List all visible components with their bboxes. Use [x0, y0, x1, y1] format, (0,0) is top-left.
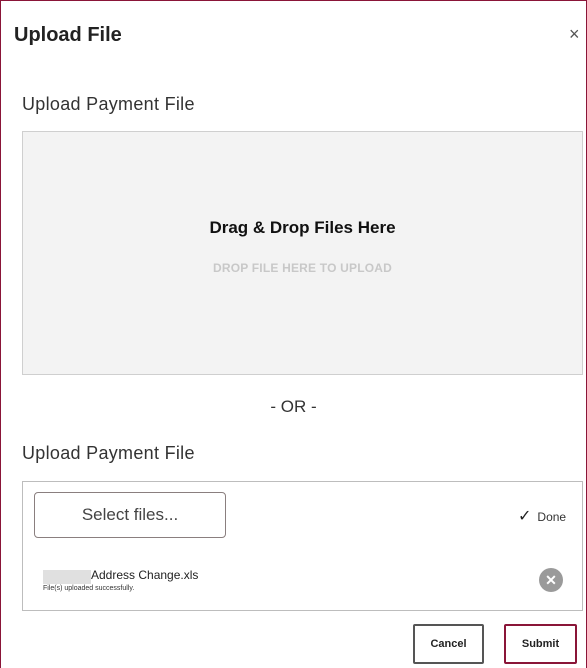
- dialog-title: Upload File: [14, 24, 122, 46]
- remove-icon[interactable]: ✕: [539, 568, 563, 592]
- check-icon: ✓: [518, 508, 532, 525]
- select-files-button[interactable]: Select files...: [34, 492, 226, 538]
- drop-zone[interactable]: Drag & Drop Files Here DROP FILE HERE TO…: [22, 131, 583, 375]
- file-upload-status: File(s) uploaded successfully.: [43, 585, 135, 592]
- submit-button[interactable]: Submit: [504, 624, 577, 664]
- upload-status-label: Done: [537, 510, 567, 524]
- upload-payment-file-label-2: Upload Payment File: [22, 443, 195, 463]
- file-name: Address Change.xls: [91, 568, 199, 582]
- upload-status: ✓ Done: [518, 508, 567, 525]
- drop-zone-title: Drag & Drop Files Here: [209, 218, 396, 237]
- file-upload-box: Select files... ✓ Done Address Change.xl…: [22, 481, 583, 611]
- file-thumbnail: [43, 570, 91, 584]
- or-divider: - OR -: [270, 397, 317, 416]
- drop-zone-subtitle: DROP FILE HERE TO UPLOAD: [212, 261, 393, 275]
- cancel-button[interactable]: Cancel: [413, 624, 484, 664]
- close-icon[interactable]: ×: [569, 25, 580, 43]
- upload-payment-file-label: Upload Payment File: [22, 94, 195, 114]
